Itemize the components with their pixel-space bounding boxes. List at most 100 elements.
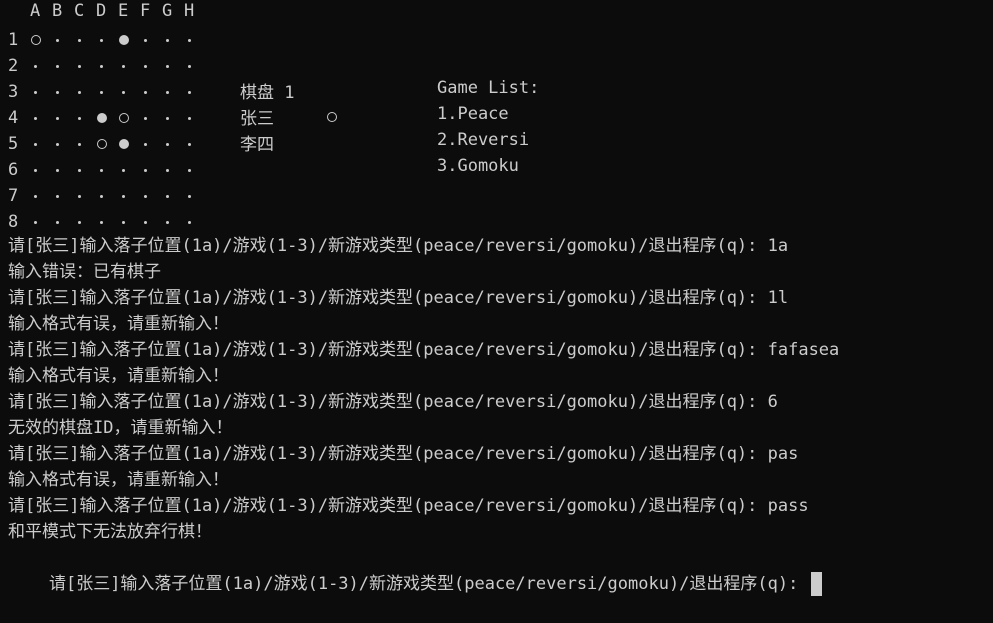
- board-cell[interactable]: [52, 53, 74, 79]
- board-cell[interactable]: [52, 183, 74, 209]
- board-cell[interactable]: [162, 131, 184, 157]
- terminal-window[interactable]: ABCDEFGH 12345678 棋盘 1 张三 李四 Game List: …: [0, 0, 993, 596]
- text-cursor[interactable]: [810, 572, 822, 596]
- board-cell[interactable]: [74, 131, 96, 157]
- board-cell[interactable]: [118, 131, 140, 157]
- board-cell[interactable]: [184, 27, 206, 53]
- board-cell[interactable]: [118, 105, 140, 131]
- board-cell[interactable]: [184, 79, 206, 105]
- black-stone-icon: [119, 35, 129, 45]
- game-list-item-3[interactable]: 3.Gomoku: [437, 156, 519, 176]
- board-cell[interactable]: [118, 209, 140, 235]
- board-cell[interactable]: [184, 131, 206, 157]
- board-cell[interactable]: [74, 27, 96, 53]
- empty-point-icon: [122, 195, 125, 198]
- empty-point-icon: [188, 91, 191, 94]
- board-cell[interactable]: [162, 27, 184, 53]
- board-cell[interactable]: [96, 79, 118, 105]
- column-header: E: [118, 1, 129, 21]
- empty-point-icon: [34, 221, 37, 224]
- board-cell[interactable]: [30, 209, 52, 235]
- input-prompt-line[interactable]: 请[张三]输入落子位置(1a)/游戏(1-3)/新游戏类型(peace/reve…: [8, 545, 822, 596]
- board-cell[interactable]: [140, 27, 162, 53]
- board-cell[interactable]: [118, 79, 140, 105]
- row-number: 3: [8, 82, 19, 102]
- prompt-line: 请[张三]输入落子位置(1a)/游戏(1-3)/新游戏类型(peace/reve…: [8, 444, 799, 464]
- board-cell[interactable]: [118, 27, 140, 53]
- board-cell[interactable]: [140, 131, 162, 157]
- board-cell[interactable]: [140, 79, 162, 105]
- row-number: 4: [8, 108, 19, 128]
- board-cell[interactable]: [30, 131, 52, 157]
- board-cell[interactable]: [96, 183, 118, 209]
- board-cell[interactable]: [74, 79, 96, 105]
- board-cell[interactable]: [74, 157, 96, 183]
- board-title: 棋盘 1: [240, 83, 295, 103]
- board-cell[interactable]: [184, 183, 206, 209]
- board-cell[interactable]: [96, 131, 118, 157]
- empty-point-icon: [34, 195, 37, 198]
- board-cell[interactable]: [162, 157, 184, 183]
- board-cell[interactable]: [30, 157, 52, 183]
- empty-point-icon: [34, 65, 37, 68]
- error-message: 输入格式有误，请重新输入！: [8, 366, 229, 386]
- empty-point-icon: [188, 65, 191, 68]
- board-cell[interactable]: [184, 53, 206, 79]
- board-cell[interactable]: [30, 105, 52, 131]
- board-cell[interactable]: [118, 183, 140, 209]
- empty-point-icon: [144, 65, 147, 68]
- game-list-item-2[interactable]: 2.Reversi: [437, 130, 529, 150]
- board-cell[interactable]: [52, 157, 74, 183]
- column-header: D: [96, 1, 107, 21]
- board-cell[interactable]: [96, 27, 118, 53]
- board-cell[interactable]: [162, 105, 184, 131]
- board-cell[interactable]: [96, 209, 118, 235]
- player2-name: 李四: [240, 135, 274, 155]
- board-cell[interactable]: [74, 53, 96, 79]
- board-cell[interactable]: [74, 105, 96, 131]
- board-cell[interactable]: [30, 53, 52, 79]
- empty-point-icon: [56, 221, 59, 224]
- empty-point-icon: [188, 117, 191, 120]
- board-cell[interactable]: [140, 53, 162, 79]
- board-cell[interactable]: [118, 53, 140, 79]
- board-cell[interactable]: [74, 209, 96, 235]
- empty-point-icon: [166, 169, 169, 172]
- board-cell[interactable]: [184, 105, 206, 131]
- board-cell[interactable]: [140, 105, 162, 131]
- board-cell[interactable]: [96, 53, 118, 79]
- empty-point-icon: [100, 169, 103, 172]
- board-cell[interactable]: [184, 157, 206, 183]
- error-message: 输入格式有误，请重新输入！: [8, 470, 229, 490]
- board-cell[interactable]: [184, 209, 206, 235]
- board-cell[interactable]: [74, 183, 96, 209]
- board-cell[interactable]: [162, 209, 184, 235]
- board-cell[interactable]: [52, 131, 74, 157]
- prompt-line: 请[张三]输入落子位置(1a)/游戏(1-3)/新游戏类型(peace/reve…: [8, 340, 840, 360]
- empty-point-icon: [100, 221, 103, 224]
- board-cell[interactable]: [30, 27, 52, 53]
- board-cell[interactable]: [96, 157, 118, 183]
- board-cell[interactable]: [118, 157, 140, 183]
- column-header: B: [52, 1, 63, 21]
- board-cell[interactable]: [52, 105, 74, 131]
- board-cell[interactable]: [52, 209, 74, 235]
- board-cell[interactable]: [96, 105, 118, 131]
- board-cell[interactable]: [52, 79, 74, 105]
- board-cell[interactable]: [162, 53, 184, 79]
- board-cell[interactable]: [30, 79, 52, 105]
- board-cell[interactable]: [140, 209, 162, 235]
- board-cell[interactable]: [140, 183, 162, 209]
- empty-point-icon: [144, 143, 147, 146]
- board-cell[interactable]: [52, 27, 74, 53]
- empty-point-icon: [188, 169, 191, 172]
- empty-point-icon: [166, 117, 169, 120]
- white-stone-icon: [31, 35, 41, 45]
- board-cell[interactable]: [162, 79, 184, 105]
- empty-point-icon: [166, 195, 169, 198]
- board-cell[interactable]: [30, 183, 52, 209]
- board-cell[interactable]: [162, 183, 184, 209]
- board-cell[interactable]: [140, 157, 162, 183]
- game-list-item-1[interactable]: 1.Peace: [437, 104, 509, 124]
- empty-point-icon: [144, 169, 147, 172]
